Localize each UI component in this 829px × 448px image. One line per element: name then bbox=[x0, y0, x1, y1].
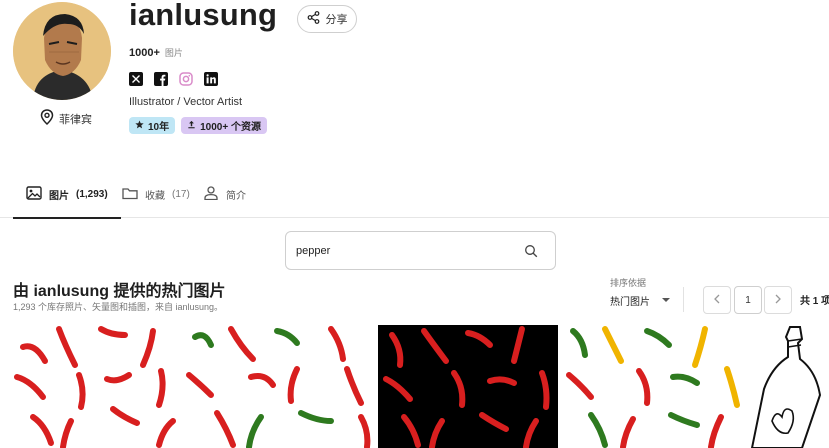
share-button[interactable]: 分享 bbox=[297, 5, 357, 33]
facebook-icon[interactable] bbox=[154, 72, 168, 86]
section-title: 由 ianlusung 提供的热门图片 bbox=[13, 283, 226, 300]
linkedin-icon[interactable] bbox=[204, 72, 218, 86]
share-icon bbox=[307, 11, 320, 27]
years-badge-label: 10年 bbox=[148, 122, 170, 133]
username: ianlusung bbox=[129, 0, 278, 32]
upload-icon bbox=[187, 120, 196, 132]
assets-badge: 1000+ 个资源 bbox=[181, 117, 267, 134]
search-box bbox=[285, 231, 556, 270]
sort-selected: 热门图片 bbox=[610, 296, 650, 308]
next-page-button[interactable] bbox=[764, 286, 792, 314]
chevron-down-icon bbox=[662, 298, 670, 302]
star-icon bbox=[135, 119, 144, 132]
image-thumbnail[interactable] bbox=[378, 325, 558, 448]
image-thumbnail[interactable] bbox=[13, 325, 181, 448]
x-icon[interactable] bbox=[129, 72, 143, 86]
sort-label: 排序依据 bbox=[610, 278, 647, 288]
tab-collections-label: 收藏 bbox=[145, 190, 165, 202]
tab-about[interactable]: 简介 bbox=[203, 170, 246, 218]
tab-images-label: 图片 bbox=[49, 190, 69, 202]
share-label: 分享 bbox=[325, 14, 348, 26]
search-input[interactable] bbox=[296, 241, 516, 261]
location: 菲律宾 bbox=[40, 109, 92, 128]
image-thumbnail[interactable] bbox=[742, 325, 829, 448]
image-grid bbox=[0, 325, 829, 448]
assets-badge-label: 1000+ 个资源 bbox=[200, 122, 261, 133]
folder-icon bbox=[122, 186, 138, 203]
stats-count: 1000+ bbox=[129, 47, 160, 59]
tab-images[interactable]: 图片 (1,293) bbox=[13, 170, 121, 219]
profile-bio: Illustrator / Vector Artist bbox=[129, 96, 243, 108]
profile-stats: 1000+ 图片 bbox=[129, 46, 183, 59]
profile-badges: 10年 1000+ 个资源 bbox=[129, 117, 267, 134]
location-text: 菲律宾 bbox=[59, 113, 92, 126]
search-icon[interactable] bbox=[524, 244, 538, 258]
chevron-left-icon bbox=[713, 291, 721, 309]
page-number-input[interactable]: 1 bbox=[734, 286, 762, 314]
stats-unit: 图片 bbox=[164, 48, 183, 58]
image-thumbnail[interactable] bbox=[181, 325, 377, 448]
section-subtitle: 1,293 个库存照片、矢量图和插图，来自 ianlusung。 bbox=[13, 302, 224, 312]
tab-about-label: 简介 bbox=[226, 190, 246, 202]
prev-page-button[interactable] bbox=[703, 286, 731, 314]
avatar bbox=[13, 2, 111, 100]
tab-collections-count: (17) bbox=[172, 188, 190, 200]
tab-images-count: (1,293) bbox=[76, 188, 108, 200]
image-thumbnail[interactable] bbox=[561, 325, 741, 448]
profile-tabs: 图片 (1,293) 收藏 (17) 简介 bbox=[0, 170, 829, 219]
divider bbox=[683, 287, 684, 312]
page-total: 共 1 项 bbox=[800, 296, 829, 307]
person-icon bbox=[203, 185, 219, 203]
social-links bbox=[129, 72, 218, 86]
years-badge: 10年 bbox=[129, 117, 176, 134]
chevron-right-icon bbox=[774, 291, 782, 309]
sort-dropdown[interactable]: 热门图片 bbox=[610, 292, 670, 308]
instagram-icon[interactable] bbox=[179, 72, 193, 86]
tab-collections[interactable]: 收藏 (17) bbox=[122, 170, 190, 218]
location-pin-icon bbox=[40, 109, 54, 128]
image-icon bbox=[26, 185, 42, 203]
